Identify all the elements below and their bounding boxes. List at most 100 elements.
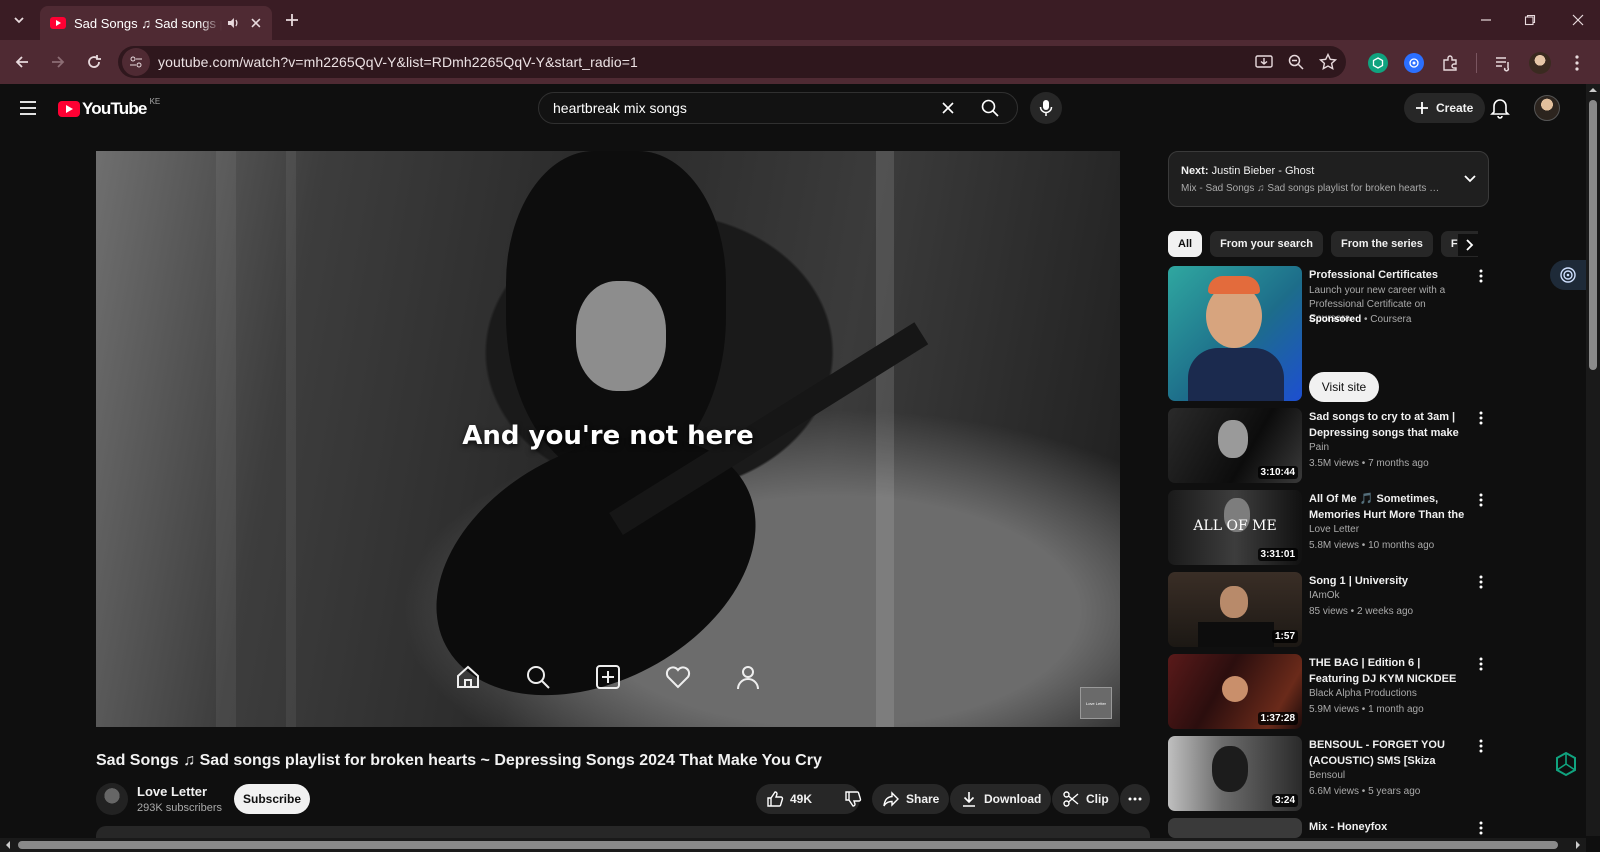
- reload-icon[interactable]: [84, 52, 104, 72]
- notifications-bell-icon[interactable]: [1490, 97, 1510, 119]
- video-item-channel[interactable]: Bensoul: [1309, 768, 1345, 784]
- search-bar[interactable]: heartbreak mix songs: [538, 92, 1018, 124]
- more-actions-button[interactable]: [1120, 784, 1150, 814]
- browser-menu-icon[interactable]: [1567, 53, 1587, 73]
- site-info-button[interactable]: [122, 48, 150, 76]
- video-item-title[interactable]: Mix - Honeyfox: [1309, 819, 1469, 835]
- browser-tab-active[interactable]: Sad Songs ♫ Sad songs playlist for broke…: [40, 6, 272, 40]
- sponsored-card[interactable]: Professional Certificates Launch your ne…: [1168, 266, 1490, 402]
- scroll-up-arrow-icon[interactable]: [1586, 84, 1600, 96]
- video-thumbnail[interactable]: [1168, 818, 1302, 838]
- chip-all[interactable]: All: [1168, 231, 1203, 257]
- scissors-icon: [1063, 791, 1079, 807]
- create-button[interactable]: Create: [1404, 93, 1486, 123]
- browser-toolbar: youtube.com/watch?v=mh2265QqV-Y&list=RDm…: [0, 40, 1600, 84]
- zoom-icon[interactable]: [1286, 52, 1306, 72]
- search-input[interactable]: heartbreak mix songs: [553, 100, 933, 116]
- channel-watermark[interactable]: Love Letter: [1080, 687, 1112, 719]
- video-thumbnail[interactable]: 3:24: [1168, 736, 1302, 811]
- chip-from-your-search[interactable]: From your search: [1210, 231, 1323, 257]
- media-queue-icon[interactable]: [1493, 53, 1513, 73]
- next-up-title: Next: Justin Bieber - Ghost: [1181, 165, 1314, 177]
- channel-avatar[interactable]: [96, 783, 128, 815]
- youtube-logo[interactable]: YouTube KE: [58, 97, 160, 119]
- heart-icon: [664, 663, 692, 691]
- list-item[interactable]: 3:10:44 Sad songs to cry to at 3am | Dep…: [1168, 408, 1490, 484]
- chevron-down-icon[interactable]: [1462, 170, 1478, 186]
- chatgpt-floating-icon[interactable]: [1552, 750, 1580, 778]
- video-thumbnail[interactable]: 3:10:44: [1168, 408, 1302, 483]
- video-item-title[interactable]: Song 1 | University: [1309, 573, 1469, 589]
- download-button[interactable]: Download: [950, 784, 1052, 814]
- install-app-icon[interactable]: [1254, 52, 1274, 72]
- side-panel-extension-button[interactable]: [1550, 260, 1586, 290]
- list-item[interactable]: ALL OF ME 3:31:01 All Of Me 🎵 Sometimes,…: [1168, 490, 1490, 566]
- video-item-channel[interactable]: IAmOk: [1309, 588, 1340, 604]
- thumbnail-figure: [1212, 746, 1248, 792]
- visit-site-button[interactable]: Visit site: [1309, 372, 1379, 402]
- share-button[interactable]: Share: [872, 784, 950, 814]
- account-avatar[interactable]: [1534, 95, 1560, 121]
- spiral-extension-icon[interactable]: [1404, 53, 1424, 73]
- chip-from-the-series[interactable]: From the series: [1330, 231, 1433, 257]
- tab-search-button[interactable]: [6, 8, 32, 32]
- scroll-right-arrow-icon[interactable]: [1572, 838, 1584, 852]
- chatgpt-extension-icon[interactable]: [1368, 53, 1388, 73]
- horizontal-scrollbar[interactable]: [0, 838, 1586, 852]
- video-player[interactable]: And you're not here Love Letter: [96, 151, 1120, 727]
- clip-button[interactable]: Clip: [1052, 784, 1119, 814]
- browser-tab-strip: Sad Songs ♫ Sad songs playlist for broke…: [0, 0, 1600, 40]
- ad-title[interactable]: Professional Certificates: [1309, 267, 1469, 283]
- more-vertical-icon[interactable]: [1474, 738, 1488, 754]
- browser-profile-avatar[interactable]: [1529, 52, 1551, 74]
- search-clear-button[interactable]: [933, 93, 963, 123]
- more-vertical-icon[interactable]: [1474, 656, 1488, 672]
- list-item[interactable]: 1:37:28 THE BAG | Edition 6 | Featuring …: [1168, 654, 1490, 730]
- ad-thumbnail[interactable]: [1168, 266, 1302, 401]
- tab-close-icon[interactable]: [250, 17, 262, 29]
- channel-name[interactable]: Love Letter: [137, 784, 207, 799]
- spiral-icon: [1409, 58, 1419, 68]
- figure-face: [576, 281, 666, 391]
- more-vertical-icon[interactable]: [1474, 492, 1488, 508]
- video-item-title[interactable]: All Of Me 🎵 Sometimes, Memories Hurt Mor…: [1309, 491, 1469, 523]
- address-bar[interactable]: youtube.com/watch?v=mh2265QqV-Y&list=RDm…: [118, 46, 1346, 78]
- more-vertical-icon[interactable]: [1474, 268, 1488, 284]
- more-vertical-icon[interactable]: [1474, 820, 1488, 836]
- list-item[interactable]: 3:24 BENSOUL - FORGET YOU (ACOUSTIC) SMS…: [1168, 736, 1490, 812]
- forward-arrow-icon[interactable]: [48, 52, 68, 72]
- minimize-button[interactable]: [1476, 10, 1496, 30]
- video-thumbnail[interactable]: 1:57: [1168, 572, 1302, 647]
- list-item[interactable]: Mix - Honeyfox: [1168, 818, 1490, 838]
- search-button[interactable]: [963, 93, 1017, 123]
- scroll-left-arrow-icon[interactable]: [2, 838, 14, 852]
- video-thumbnail[interactable]: 1:37:28: [1168, 654, 1302, 729]
- speaker-icon[interactable]: [226, 16, 240, 30]
- chips-scroll-next-button[interactable]: [1458, 234, 1480, 256]
- video-item-title[interactable]: BENSOUL - FORGET YOU (ACOUSTIC) SMS [Ski…: [1309, 737, 1469, 769]
- video-item-title[interactable]: Sad songs to cry to at 3am | Depressing …: [1309, 409, 1469, 441]
- video-item-channel[interactable]: Pain: [1309, 440, 1329, 456]
- horizontal-scroll-thumb[interactable]: [18, 841, 1558, 849]
- new-tab-icon[interactable]: [282, 10, 302, 30]
- back-arrow-icon[interactable]: [12, 52, 32, 72]
- list-item[interactable]: 1:57 Song 1 | University IAmOk 85 views …: [1168, 572, 1490, 648]
- extensions-puzzle-icon[interactable]: [1440, 53, 1460, 73]
- restore-button[interactable]: [1520, 10, 1540, 30]
- vertical-scrollbar[interactable]: [1586, 84, 1600, 836]
- video-item-channel[interactable]: Black Alpha Productions: [1309, 686, 1417, 702]
- voice-search-button[interactable]: [1030, 92, 1062, 124]
- close-window-button[interactable]: [1568, 10, 1588, 30]
- vertical-scroll-thumb[interactable]: [1589, 100, 1597, 370]
- video-item-title[interactable]: THE BAG | Edition 6 | Featuring DJ KYM N…: [1309, 655, 1469, 687]
- like-button[interactable]: 49K: [756, 784, 822, 814]
- dislike-button[interactable]: [834, 784, 872, 814]
- video-item-channel[interactable]: Love Letter: [1309, 522, 1359, 538]
- subscribe-button[interactable]: Subscribe: [234, 784, 310, 814]
- bookmark-star-icon[interactable]: [1318, 52, 1338, 72]
- more-vertical-icon[interactable]: [1474, 574, 1488, 590]
- hamburger-menu-icon[interactable]: [18, 99, 38, 117]
- more-vertical-icon[interactable]: [1474, 410, 1488, 426]
- video-thumbnail[interactable]: ALL OF ME 3:31:01: [1168, 490, 1302, 565]
- playlist-next-panel[interactable]: Next: Justin Bieber - Ghost Mix - Sad So…: [1168, 151, 1489, 207]
